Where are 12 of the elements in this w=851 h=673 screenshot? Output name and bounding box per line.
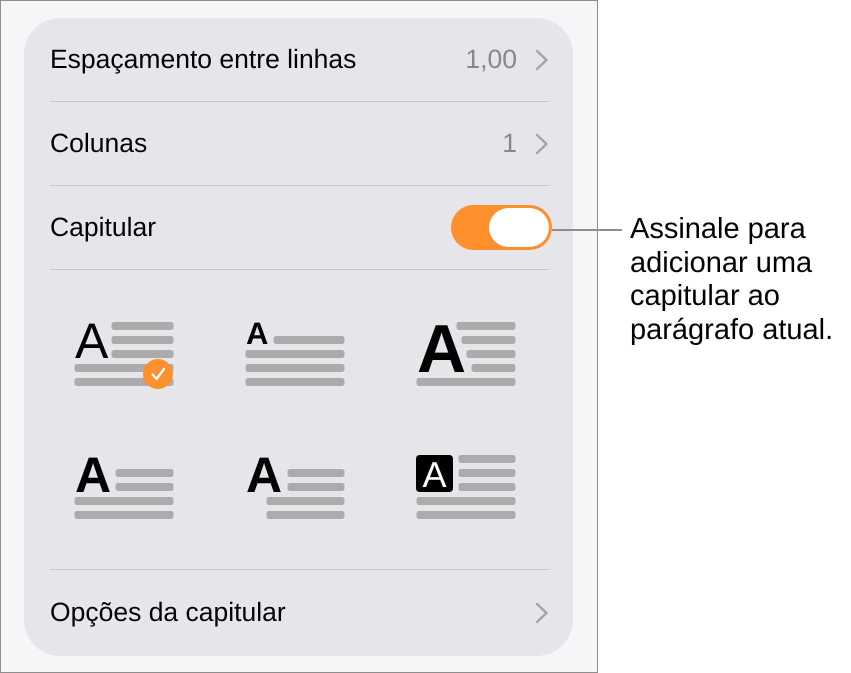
check-icon: [143, 359, 173, 389]
row-label: Espaçamento entre linhas: [50, 44, 358, 75]
toggle-switch[interactable]: [451, 205, 552, 250]
chevron-icon[interactable]: [535, 48, 549, 70]
chevron-icon[interactable]: [535, 132, 549, 154]
row-label: Opções da capitular: [50, 597, 287, 628]
row-value: 1,00: [465, 44, 517, 75]
row-label: Colunas: [50, 128, 148, 159]
row-label: Capitular: [50, 212, 158, 243]
callout-text: Assinale para adicionar uma capitular ao parágrafo atual.: [630, 213, 834, 347]
chevron-icon[interactable]: [535, 602, 549, 624]
row-value: 1: [502, 128, 517, 159]
